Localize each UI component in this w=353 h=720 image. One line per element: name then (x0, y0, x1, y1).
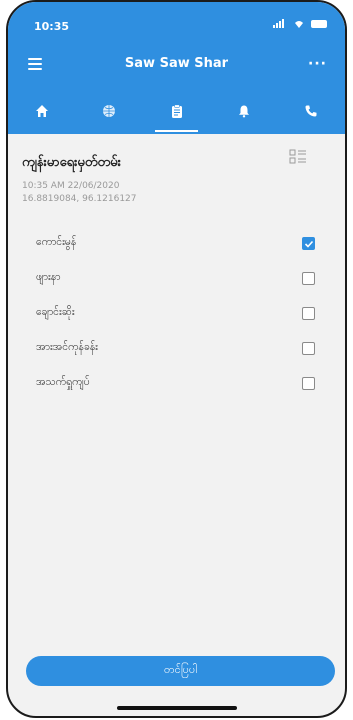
symptom-label: ကောင်းမွန် (36, 236, 77, 248)
record-meta: 10:35 AM 22/06/2020 16.8819084, 96.12161… (22, 180, 137, 206)
tab-globe[interactable] (75, 88, 142, 134)
symptom-option[interactable]: အသက်ရှူကျပ် (8, 366, 345, 401)
checkbox[interactable] (302, 342, 315, 355)
clipboard-icon (171, 104, 182, 118)
form-title: ကျန်းမာရေးမှတ်တမ်း (22, 155, 121, 170)
symptom-option[interactable]: ကောင်းမွန် (8, 226, 345, 261)
checkbox[interactable] (302, 272, 315, 285)
tab-contact[interactable] (278, 88, 345, 134)
tab-health-record[interactable] (143, 88, 210, 134)
signal-icon (273, 19, 287, 28)
symptom-options: ကောင်းမွန် ဖျားနာ ချောင်းဆိုး အားအင်ကုန်… (8, 226, 345, 401)
list-view-icon[interactable] (289, 149, 307, 165)
tab-notifications[interactable] (210, 88, 277, 134)
record-datetime: 10:35 AM 22/06/2020 (22, 181, 120, 191)
symptom-label: ချောင်းဆိုး (36, 306, 75, 318)
checkmark-icon (304, 240, 313, 248)
status-time: 10:35 (34, 20, 70, 33)
symptom-label: ဖျားနာ (36, 271, 61, 283)
phone-icon (305, 105, 317, 117)
app-bar: Saw Saw Shar ··· (8, 48, 345, 82)
health-record-form: ကျန်းမာရေးမှတ်တမ်း 10:35 AM 22/06/2020 1… (8, 134, 345, 716)
app-header: 10:35 Saw Saw Shar ··· (8, 2, 345, 134)
home-icon (35, 105, 48, 117)
checkbox[interactable] (302, 307, 315, 320)
symptom-option[interactable]: ချောင်းဆိုး (8, 296, 345, 331)
more-icon[interactable]: ··· (308, 56, 327, 72)
checkbox-checked[interactable] (302, 237, 315, 250)
bell-icon (238, 105, 249, 118)
status-icons (273, 19, 327, 28)
record-coordinates: 16.8819084, 96.1216127 (22, 194, 137, 204)
symptom-option[interactable]: ဖျားနာ (8, 261, 345, 296)
checkbox[interactable] (302, 377, 315, 390)
globe-icon (103, 105, 116, 117)
status-bar: 10:35 (8, 2, 345, 48)
tab-home[interactable] (8, 88, 75, 134)
wifi-icon (295, 20, 303, 28)
tab-bar (8, 88, 345, 134)
symptom-option[interactable]: အားအင်ကုန်ခန်း (8, 331, 345, 366)
battery-icon (311, 19, 327, 28)
symptom-label: အသက်ရှူကျပ် (36, 376, 90, 388)
submit-button[interactable]: တင်ပြပါ (26, 656, 335, 686)
phone-frame: 10:35 Saw Saw Shar ··· ကျန်းမာရေးမှတ်တမ်… (6, 0, 347, 718)
app-title: Saw Saw Shar (124, 56, 229, 71)
home-indicator (116, 706, 237, 710)
symptom-label: အားအင်ကုန်ခန်း (36, 341, 98, 353)
